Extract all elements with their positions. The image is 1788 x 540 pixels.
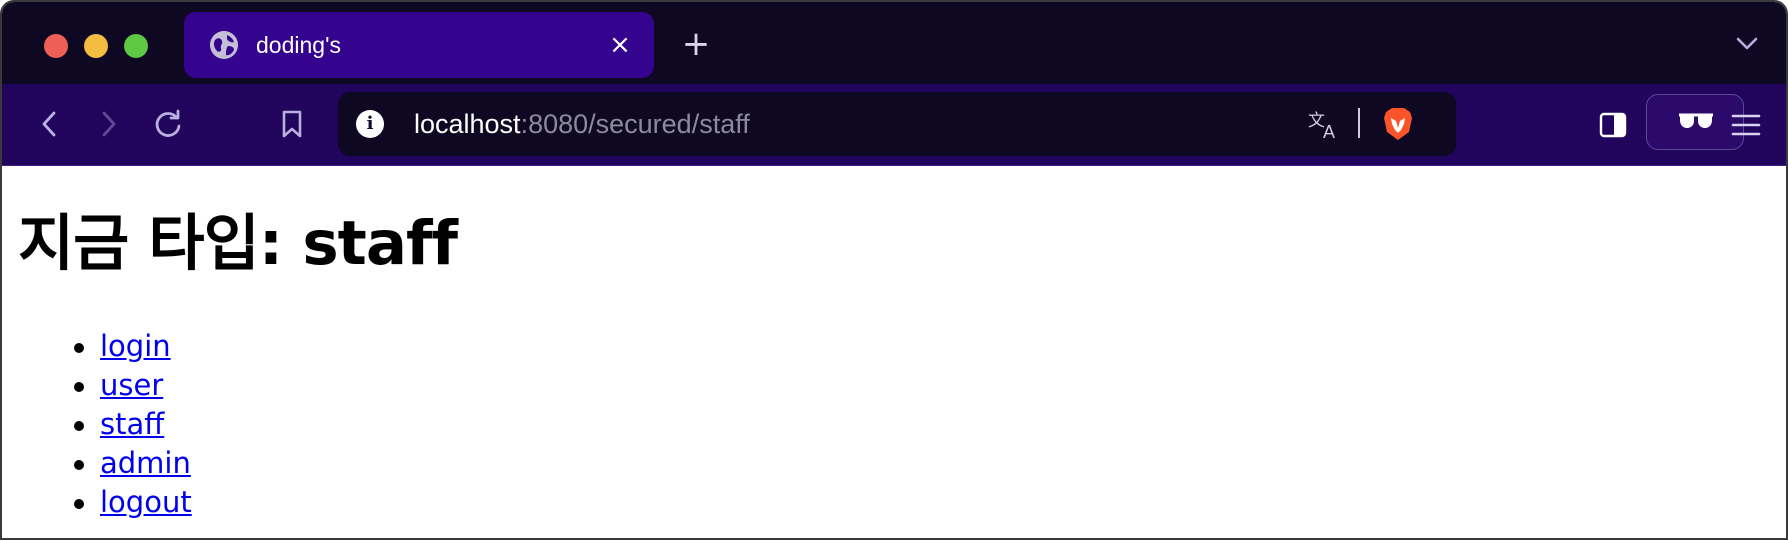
reload-icon[interactable]	[148, 104, 188, 144]
list-item: login	[72, 327, 192, 366]
close-tab-icon[interactable]: ×	[604, 29, 636, 61]
staff-link[interactable]: staff	[100, 407, 164, 441]
chevron-down-icon[interactable]	[1732, 28, 1762, 58]
svg-text:A: A	[1323, 122, 1335, 140]
list-item: staff	[72, 405, 192, 444]
translate-icon[interactable]: 文 A	[1308, 108, 1342, 142]
login-link[interactable]: login	[100, 329, 171, 363]
address-bar[interactable]: i localhost:8080/secured/staff 文 A	[338, 92, 1456, 156]
admin-link[interactable]: admin	[100, 446, 191, 480]
user-link[interactable]: user	[100, 368, 163, 402]
active-tab[interactable]: doding's ×	[184, 12, 654, 78]
sidebar-icon[interactable]	[1598, 110, 1628, 140]
minimize-window-button[interactable]	[84, 34, 108, 58]
new-tab-button[interactable]: +	[680, 24, 712, 64]
omnibox-divider	[1358, 108, 1360, 138]
browser-toolbar: i localhost:8080/secured/staff 文 A	[2, 84, 1786, 166]
sunglasses-icon	[1679, 113, 1713, 128]
tab-title: doding's	[256, 32, 341, 58]
browser-window: doding's × + i localhost:8080/secured/st…	[0, 0, 1788, 540]
url-host: localhost	[414, 109, 521, 139]
logout-link[interactable]: logout	[100, 485, 192, 519]
zoom-window-button[interactable]	[124, 34, 148, 58]
chevron-left-icon[interactable]	[30, 104, 70, 144]
bookmark-icon[interactable]	[272, 104, 312, 144]
globe-icon	[210, 31, 238, 59]
hamburger-icon[interactable]	[1730, 110, 1762, 140]
brave-lion-icon[interactable]	[1382, 106, 1414, 142]
info-icon[interactable]: i	[356, 110, 384, 138]
nav-link-list: login user staff admin logout	[72, 327, 192, 522]
url-text[interactable]: localhost:8080/secured/staff	[414, 107, 750, 141]
list-item: logout	[72, 483, 192, 522]
chevron-right-icon[interactable]	[88, 104, 128, 144]
close-window-button[interactable]	[44, 34, 68, 58]
url-path: :8080/secured/staff	[520, 109, 750, 139]
tab-strip: doding's × +	[2, 2, 1786, 84]
page-heading: 지금 타입: staff	[18, 208, 458, 279]
list-item: admin	[72, 444, 192, 483]
page-content: 지금 타입: staff login user staff admin logo…	[2, 167, 1786, 538]
list-item: user	[72, 366, 192, 405]
